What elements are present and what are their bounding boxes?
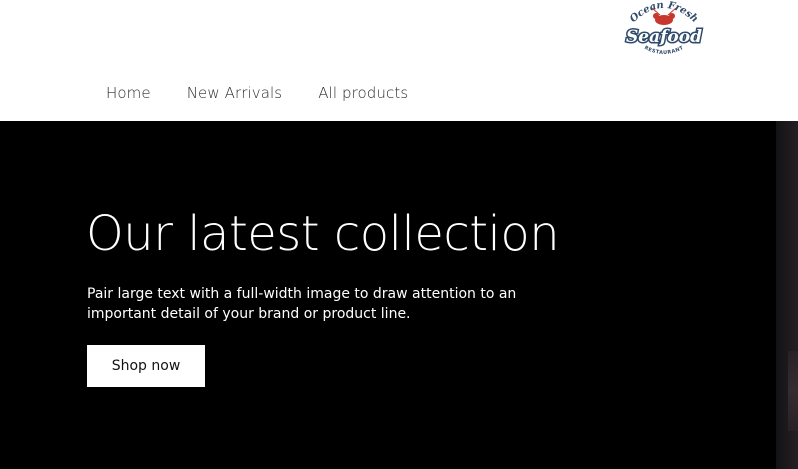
nav-item-new-arrivals[interactable]: New Arrivals [187, 84, 283, 102]
logo-main-text: Seafood [626, 27, 702, 47]
seafood-logo-icon: Ocean Fresh Seafood RESTAURANT [625, 0, 704, 56]
brand-logo[interactable]: Ocean Fresh Seafood RESTAURANT [622, 0, 706, 62]
shop-now-button[interactable]: Shop now [87, 345, 205, 387]
page: Ocean Fresh Seafood RESTAURANT Home New … [0, 0, 798, 469]
main-nav: Home New Arrivals All products [106, 84, 444, 102]
nav-item-all-products[interactable]: All products [318, 84, 408, 102]
hero-title: Our latest collection [86, 206, 560, 262]
hero-description: Pair large text with a full-width image … [87, 286, 517, 322]
hero-background-image [776, 121, 798, 469]
hero-banner: Our latest collection Pair large text wi… [0, 121, 798, 469]
nav-item-home[interactable]: Home [106, 84, 151, 102]
site-header: Ocean Fresh Seafood RESTAURANT Home New … [0, 0, 798, 121]
